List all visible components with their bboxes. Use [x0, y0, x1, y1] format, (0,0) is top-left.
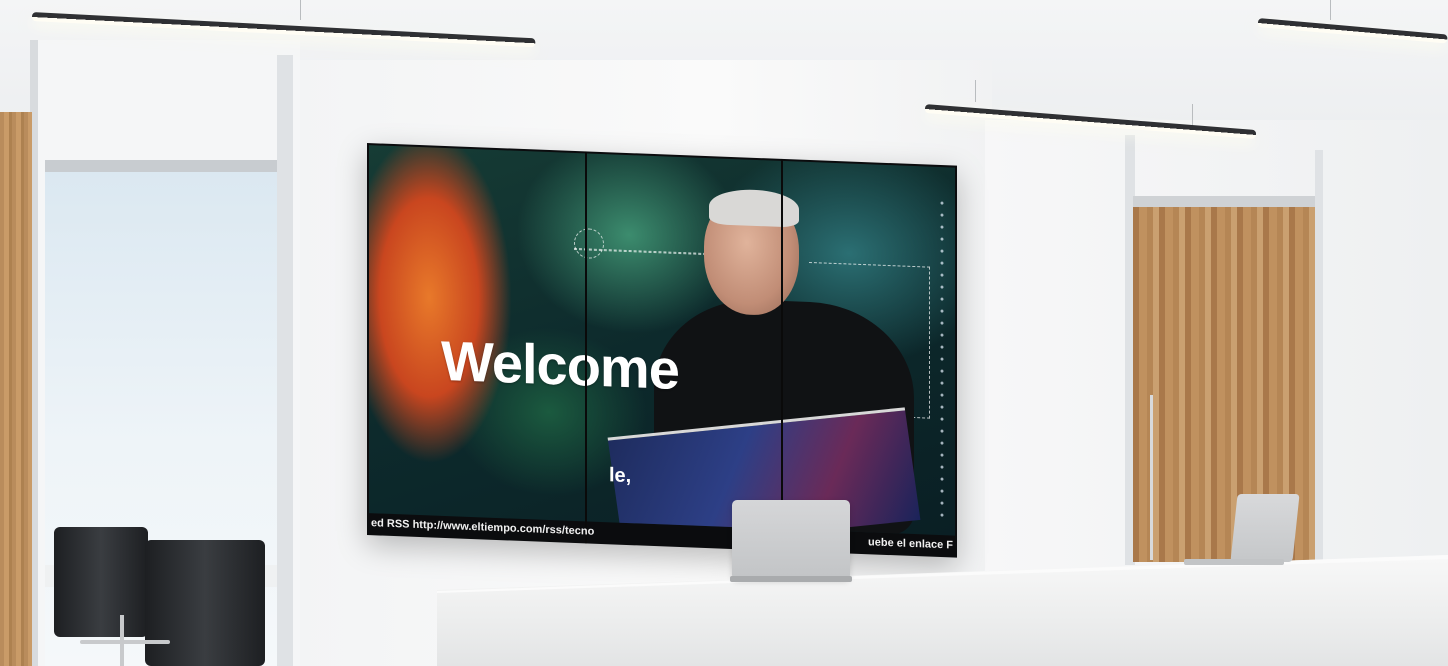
hud-overlay-circle	[574, 227, 604, 260]
office-chair	[54, 527, 148, 637]
laptop-base	[730, 576, 852, 582]
office-chair	[145, 540, 265, 666]
chair-armrest	[80, 640, 170, 644]
panel-seam	[585, 151, 587, 544]
light-wire	[975, 80, 976, 102]
light-wire	[1330, 0, 1331, 20]
decorative-dots	[935, 196, 949, 518]
wood-panel-left	[0, 112, 32, 666]
light-wire	[300, 0, 301, 20]
light-wire	[1192, 104, 1193, 126]
display-screen: Welcome le,	[369, 145, 955, 536]
ticker-text-right: uebe el enlace F	[868, 536, 953, 552]
laptop-right	[1230, 494, 1300, 562]
welcome-heading: Welcome	[441, 328, 679, 401]
laptop-back	[732, 500, 850, 580]
door-handle	[1150, 395, 1153, 560]
laptop-right-base	[1184, 559, 1284, 565]
video-wall-display: Welcome le, ed RSS http://www.eltiempo.c…	[367, 143, 957, 558]
subtitle-caption: le,	[609, 464, 632, 488]
presenter-hair	[709, 188, 799, 228]
panel-seam	[781, 158, 783, 551]
glass-post	[277, 55, 293, 666]
glass-post-far-right	[1315, 150, 1323, 560]
office-reception-scene: { "display": { "welcome_text": "Welcome"…	[0, 0, 1448, 666]
